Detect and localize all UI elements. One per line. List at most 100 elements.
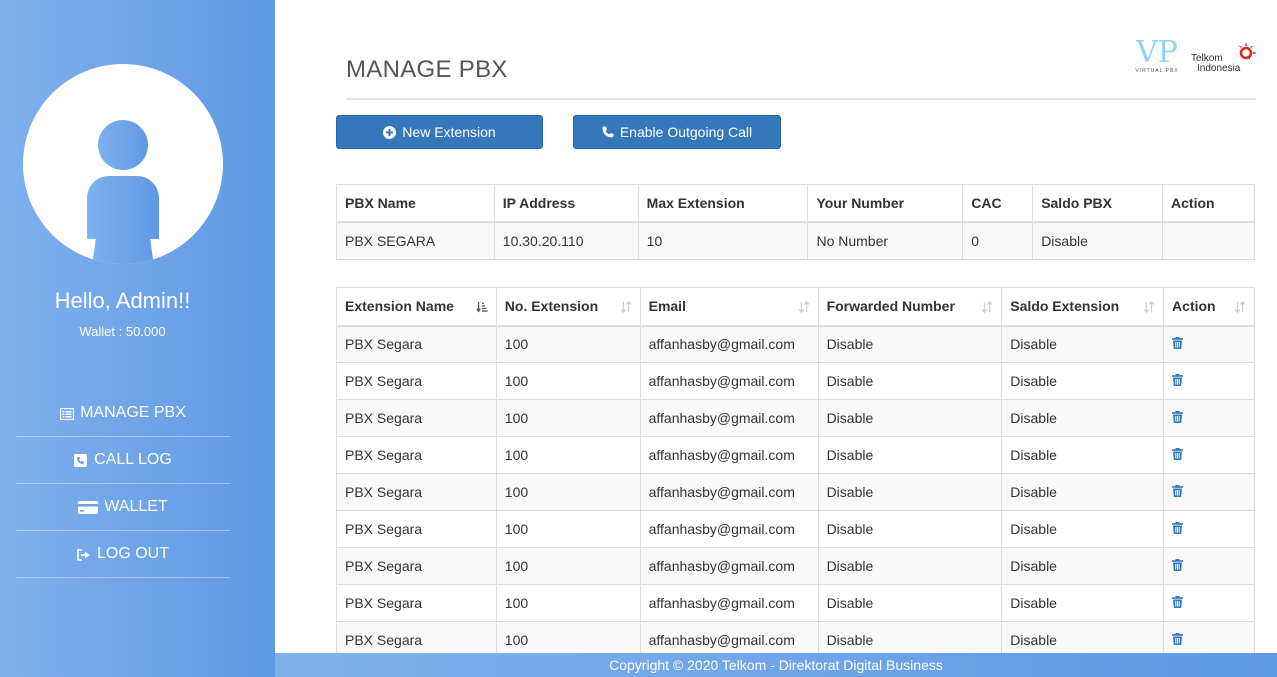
credit-card-icon [78,501,99,514]
cell-saldo-extension: Disable [1001,436,1165,474]
column-header-label: Action [1172,298,1216,315]
cell-forwarded-number: Disable [817,584,1003,622]
cell-action [1163,510,1255,548]
trash-icon[interactable] [1172,336,1184,350]
cell-max-extension: 10 [637,221,809,260]
sort-header-forwarded-number[interactable]: Forwarded Number [817,287,1003,327]
table-row: PBX Segara 100 affanhasby@gmail.com Disable… [336,473,1255,511]
cell-email: affanhasby@gmail.com [639,436,819,474]
user-avatar-icon [23,64,223,264]
sidebar-item-manage-pbx[interactable]: MANAGE PBX [16,390,230,437]
cell-email: affanhasby@gmail.com [639,621,819,653]
column-header-label: Extension Name [345,298,454,315]
wallet-balance: Wallet : 50.000 [79,324,166,339]
cell-cac: 0 [962,221,1034,260]
cell-saldo-extension: Disable [1001,547,1165,585]
column-header: CAC [962,184,1034,223]
sort-header-action[interactable]: Action [1163,287,1255,327]
sidebar: Hello, Admin!! Wallet : 50.000 MANAGE PB… [0,0,275,677]
trash-icon[interactable] [1172,632,1184,645]
enable-outgoing-call-button[interactable]: Enable Outgoing Call [573,115,781,149]
cell-action [1163,621,1255,653]
cell-extension-name: PBX Segara [336,362,497,400]
cell-your-number: No Number [807,221,964,260]
sidebar-item-call-log[interactable]: CALL LOG [16,437,230,484]
column-header: Your Number [807,184,964,223]
cell-no-extension: 100 [495,436,641,474]
cell-forwarded-number: Disable [817,547,1003,585]
cell-no-extension: 100 [495,510,641,548]
sign-out-icon [77,548,91,561]
new-extension-button[interactable]: New Extension [336,115,543,149]
trash-icon[interactable] [1172,447,1184,460]
cell-saldo-extension: Disable [1001,621,1165,653]
cell-forwarded-number: Disable [817,362,1003,400]
sort-header-email[interactable]: Email [639,287,819,327]
sidebar-nav: MANAGE PBX CALL LOG WALLET LOG OUT [16,390,230,578]
cell-extension-name: PBX Segara [336,510,497,548]
table-row: PBX Segara 100 affanhasby@gmail.com Disable… [336,621,1255,653]
cell-action [1163,547,1255,585]
table-row: PBX Segara 100 affanhasby@gmail.com Disable… [336,584,1255,622]
cell-extension-name: PBX Segara [336,584,497,622]
sort-header-no-extension[interactable]: No. Extension [495,287,641,327]
cell-extension-name: PBX Segara [336,325,497,363]
sort-icon [798,300,809,314]
cell-action [1163,473,1255,511]
table-row: PBX Segara 100 affanhasby@gmail.com Disable… [336,510,1255,548]
cell-extension-name: PBX Segara [336,399,497,437]
cell-forwarded-number: Disable [817,473,1003,511]
cell-no-extension: 100 [495,547,641,585]
sidebar-item-label: CALL LOG [94,451,172,468]
cell-email: affanhasby@gmail.com [639,584,819,622]
cell-saldo-extension: Disable [1001,584,1165,622]
column-header: Action [1162,184,1255,223]
column-header-label: No. Extension [504,298,599,315]
cell-saldo-pbx: Disable [1032,221,1164,260]
enable-outgoing-label: Enable Outgoing Call [619,124,753,140]
cell-forwarded-number: Disable [817,399,1003,437]
cell-action [1163,584,1255,622]
cell-email: affanhasby@gmail.com [639,399,819,437]
sidebar-item-logout[interactable]: LOG OUT [16,531,230,578]
logo-vp-text: VP [1136,35,1178,70]
title-divider [346,98,1256,100]
column-header-label: Forwarded Number [826,298,955,315]
column-header: IP Address [493,184,639,223]
sort-icon [982,300,993,314]
trash-icon[interactable] [1172,484,1184,497]
cell-no-extension: 100 [495,621,641,653]
table-row: PBX Segara 100 affanhasby@gmail.com Disable… [336,436,1255,474]
cell-extension-name: PBX Segara [336,436,497,474]
cell-saldo-extension: Disable [1001,325,1165,363]
cell-email: affanhasby@gmail.com [639,510,819,548]
trash-icon[interactable] [1172,558,1184,571]
cell-no-extension: 100 [495,325,641,363]
cell-no-extension: 100 [495,399,641,437]
cell-action [1163,325,1255,363]
phone-icon [602,126,614,138]
column-header: Max Extension [637,184,809,223]
trash-icon[interactable] [1172,410,1184,423]
virtual-pbx-logo: VP VIRTUAL PBX [1131,38,1183,82]
column-header: PBX Name [336,184,495,223]
cell-forwarded-number: Disable [817,621,1003,653]
sort-header-extension-name[interactable]: Extension Name [336,287,497,327]
cell-email: affanhasby@gmail.com [639,362,819,400]
telkom-logo: Telkom Indonesia [1191,40,1263,80]
cell-action [1163,362,1255,400]
table-row: PBX SEGARA 10.30.20.110 10 No Number 0 D… [336,221,1255,260]
sidebar-item-label: MANAGE PBX [80,404,186,421]
extension-table: Extension Name No. Extension Email Forwa… [336,287,1255,653]
sidebar-item-label: WALLET [104,498,168,515]
plus-circle-icon [383,125,397,139]
cell-forwarded-number: Disable [817,325,1003,363]
sidebar-item-wallet[interactable]: WALLET [16,484,230,531]
column-header-label: Saldo Extension [1010,298,1120,315]
trash-icon[interactable] [1172,373,1184,386]
cell-pbx-name: PBX SEGARA [336,221,495,260]
trash-icon[interactable] [1172,595,1184,608]
trash-icon[interactable] [1172,521,1184,534]
sort-header-saldo-extension[interactable]: Saldo Extension [1001,287,1165,327]
sort-asc-icon [476,301,488,313]
